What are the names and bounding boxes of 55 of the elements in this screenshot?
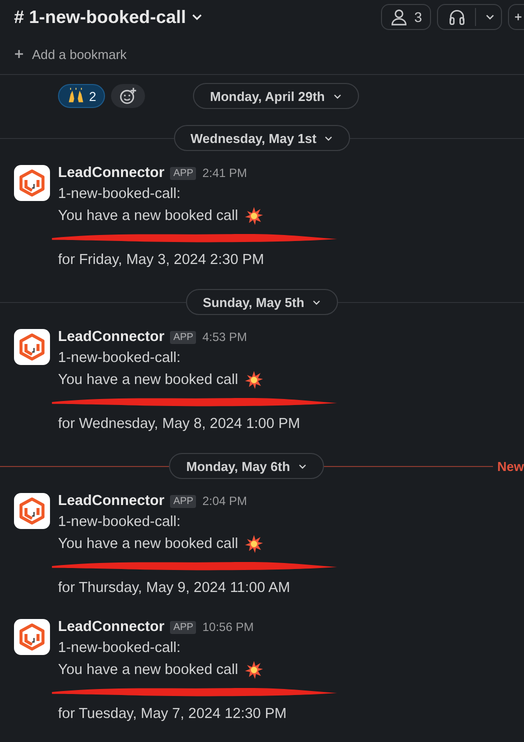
sender-name[interactable]: LeadConnector [58, 619, 164, 635]
date-button[interactable]: Sunday, May 5th [186, 289, 338, 315]
date-button[interactable]: Wednesday, May 1st [174, 125, 350, 151]
timestamp[interactable]: 2:04 PM [202, 494, 248, 508]
collision-icon [244, 370, 264, 390]
avatar-icon [14, 329, 50, 365]
collision-icon [244, 534, 264, 554]
message-text: 1-new-booked-call: [58, 186, 181, 202]
headphones-icon [448, 8, 466, 26]
sender-name[interactable]: LeadConnector [58, 329, 164, 345]
date-button[interactable]: Monday, May 6th [169, 453, 324, 479]
collision-icon [244, 660, 264, 680]
timestamp[interactable]: 2:41 PM [202, 166, 248, 180]
app-badge: APP [170, 620, 196, 634]
app-badge: APP [170, 166, 196, 180]
sender-name[interactable]: LeadConnector [58, 493, 164, 509]
plus-icon [14, 49, 24, 59]
add-emoji-icon [119, 87, 138, 105]
avatar-icon [14, 619, 50, 655]
message-text: for Friday, May 3, 2024 2:30 PM [58, 251, 266, 270]
caret-icon [332, 92, 342, 100]
message-text: 1-new-booked-call: [58, 350, 181, 366]
members-button[interactable]: 3 [381, 4, 431, 30]
canvas-button[interactable] [508, 4, 524, 30]
channel-name-button[interactable]: # 1-new-booked-call [14, 6, 204, 28]
sender-name[interactable]: LeadConnector [58, 165, 164, 181]
message-text: for Wednesday, May 8, 2024 1:00 PM [58, 415, 302, 434]
date-button[interactable]: Monday, April 29th [193, 83, 359, 109]
message-text: for Thursday, May 9, 2024 11:00 AM [58, 579, 292, 598]
add-bookmark-button[interactable]: Add a bookmark [14, 46, 127, 62]
caret-icon [485, 12, 495, 22]
message-text: You have a new booked call [58, 372, 238, 388]
app-badge: APP [170, 330, 196, 344]
message-text: You have a new booked call [58, 536, 238, 552]
timestamp[interactable]: 4:53 PM [202, 330, 248, 344]
app-badge: APP [170, 494, 196, 508]
new-messages-label: New [496, 458, 524, 474]
avatar-icon [14, 493, 50, 529]
message-text: You have a new booked call [58, 208, 238, 224]
message-text: for Tuesday, May 7, 2024 12:30 PM [58, 705, 288, 724]
message-text: 1-new-booked-call: [58, 640, 181, 656]
huddle-button[interactable] [437, 4, 502, 30]
message-text: You have a new booked call [58, 662, 238, 678]
caret-icon [298, 462, 308, 470]
plus-icon [515, 12, 523, 22]
caret-icon [324, 134, 334, 142]
caret-icon [312, 298, 322, 306]
reaction-button[interactable]: 2 [58, 84, 106, 108]
add-reaction-button[interactable] [111, 84, 146, 108]
raised-hands-icon [67, 87, 85, 105]
collision-icon [244, 206, 264, 226]
message-text: 1-new-booked-call: [58, 514, 181, 530]
timestamp[interactable]: 10:56 PM [202, 620, 254, 634]
avatar-icon [14, 165, 50, 201]
person-icon [390, 8, 408, 26]
